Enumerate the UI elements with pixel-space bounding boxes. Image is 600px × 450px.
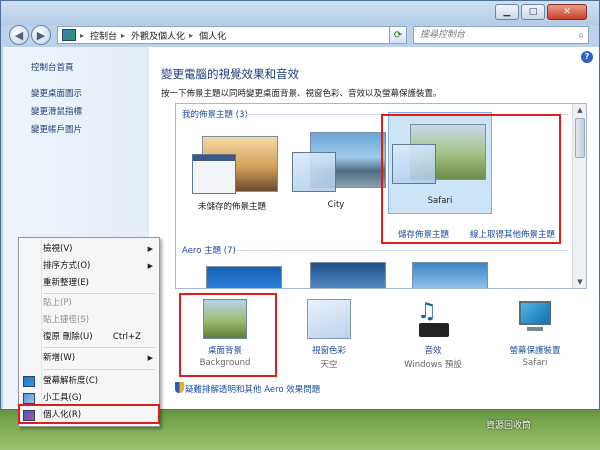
menu-item-label: 新增(W) (43, 353, 76, 363)
sounds-icon: ♫ (411, 299, 455, 339)
aero-theme-thumbnail[interactable] (412, 262, 488, 288)
sounds-title[interactable]: 音效 (383, 344, 483, 356)
refresh-icon: ⟳ (393, 29, 403, 41)
aero-theme-thumbnail[interactable] (310, 262, 386, 288)
menu-separator (43, 293, 155, 294)
keyboard-icon (419, 323, 449, 337)
gadgets-icon (23, 393, 35, 404)
menu-item-label: 重新整理(E) (43, 278, 90, 288)
group-divider (236, 250, 568, 251)
close-button[interactable]: ✕ (547, 4, 587, 20)
submenu-arrow-icon: ▶ (147, 245, 153, 253)
window-color-swatch (292, 152, 336, 192)
sounds-subtitle: Windows 預設 (404, 360, 462, 370)
maximize-button[interactable]: □ (521, 4, 545, 20)
page-title: 變更電腦的視覺效果和音效 (161, 67, 299, 81)
my-themes-header: 我的佈景主題 (3) (182, 110, 248, 120)
breadcrumb-control-panel[interactable]: 控制台 (90, 29, 117, 42)
chevron-right-icon[interactable]: ▸ (189, 31, 193, 40)
theme-label: City (327, 200, 345, 210)
menu-item-shortcut: Ctrl+Z (112, 332, 141, 342)
main-pane: ? 變更電腦的視覺效果和音效 按一下佈景主題以同時變更桌面背景、視窗色彩、音效以… (149, 47, 599, 409)
desktop-context-menu: 檢視(V) ▶ 排序方式(O) ▶ 重新整理(E) 貼上(P) 貼上捷徑(S) … (18, 237, 160, 427)
window-controls: ▁ □ ✕ (493, 4, 587, 20)
screen-resolution-icon (23, 376, 35, 387)
page-description: 按一下佈景主題以同時變更桌面背景、視窗色彩、音效以及螢幕保護裝置。 (161, 89, 442, 99)
refresh-button[interactable]: ⟳ (389, 26, 407, 44)
link-control-panel-home[interactable]: 控制台首頁 (31, 61, 74, 73)
control-panel-icon (62, 29, 76, 41)
menu-item-paste-shortcut[interactable]: 貼上捷徑(S) (43, 312, 157, 328)
theme-label: 未儲存的佈景主題 (197, 202, 266, 212)
aero-theme-thumbnail[interactable] (206, 266, 282, 288)
menu-item-label: 螢幕解析度(C) (43, 376, 99, 386)
menu-item-label: 檢視(V) (43, 244, 73, 254)
scroll-up-icon[interactable]: ▲ (573, 104, 586, 116)
aero-troubleshoot-link[interactable]: 疑難排解透明和其他 Aero 效果問題 (185, 383, 320, 395)
back-button[interactable]: ◀ (9, 25, 29, 45)
menu-item-refresh[interactable]: 重新整理(E) (43, 275, 157, 291)
scroll-thumb[interactable] (575, 118, 585, 158)
screen-saver-title[interactable]: 螢幕保護裝置 (485, 344, 585, 356)
menu-item-paste[interactable]: 貼上(P) (43, 295, 157, 311)
menu-item-label: 貼上捷徑(S) (43, 315, 90, 325)
sounds-item[interactable]: ♫ 音效 Windows 預設 (383, 299, 483, 371)
menu-item-screen-resolution[interactable]: 螢幕解析度(C) (43, 373, 157, 389)
screen-saver-item[interactable]: 螢幕保護裝置 Safari (485, 299, 585, 368)
monitor-stand-icon (527, 327, 543, 331)
back-arrow-icon: ◀ (14, 28, 24, 42)
minimize-button[interactable]: ▁ (495, 4, 519, 20)
menu-item-label: 小工具(G) (43, 393, 82, 403)
shield-icon (175, 382, 184, 393)
search-icon[interactable]: ⌕ (578, 28, 584, 44)
menu-item-view[interactable]: 檢視(V) ▶ (43, 241, 157, 257)
menu-item-sort-by[interactable]: 排序方式(O) ▶ (43, 258, 157, 274)
chevron-right-icon[interactable]: ▸ (121, 31, 125, 40)
title-bar[interactable]: ▁ □ ✕ (1, 1, 599, 25)
recycle-bin-label[interactable]: 資源回收筒 (486, 418, 531, 431)
theme-unsaved[interactable]: 未儲存的佈景主題 (182, 124, 282, 214)
scroll-down-icon[interactable]: ▼ (573, 276, 586, 288)
theme-list-scrollbar[interactable]: ▲ ▼ (572, 104, 586, 288)
highlight-frame-background (179, 293, 277, 377)
window-color-subtitle: 天空 (320, 360, 338, 370)
help-icon[interactable]: ? (581, 51, 593, 63)
breadcrumb-appearance[interactable]: 外觀及個人化 (131, 29, 185, 42)
forward-button[interactable]: ▶ (31, 25, 51, 45)
address-row: ◀ ▶ ▸ 控制台 ▸ 外觀及個人化 ▸ 個人化 ▼ ⟳ 搜尋控制台 ⌕ (1, 23, 599, 47)
highlight-frame-safari (381, 114, 561, 244)
search-placeholder: 搜尋控制台 (420, 30, 466, 40)
menu-item-label: 復原 刪除(U) (43, 332, 93, 342)
search-input[interactable]: 搜尋控制台 ⌕ (413, 26, 589, 44)
submenu-arrow-icon: ▶ (147, 262, 153, 270)
highlight-frame-personalize (18, 404, 160, 424)
chevron-right-icon: ▸ (80, 30, 85, 40)
forward-arrow-icon: ▶ (36, 28, 46, 42)
link-change-desktop-icons[interactable]: 變更桌面圖示 (31, 87, 82, 99)
theme-city[interactable]: City (286, 124, 386, 214)
window-color-item[interactable]: 視窗色彩 天空 (279, 299, 379, 370)
window-color-swatch (192, 154, 236, 194)
window-color-title[interactable]: 視窗色彩 (279, 344, 379, 356)
screen-saver-subtitle: Safari (522, 358, 548, 368)
menu-separator (43, 369, 155, 370)
menu-item-label: 貼上(P) (43, 298, 72, 308)
window-color-icon (307, 299, 351, 339)
submenu-arrow-icon: ▶ (147, 354, 153, 362)
menu-item-label: 排序方式(O) (43, 261, 91, 271)
aero-themes-header: Aero 主題 (7) (182, 246, 236, 256)
screen-saver-icon (513, 299, 557, 339)
menu-gutter (41, 240, 42, 424)
address-bar[interactable]: ▸ 控制台 ▸ 外觀及個人化 ▸ 個人化 ▼ (57, 26, 407, 44)
menu-item-undo-delete[interactable]: 復原 刪除(U) Ctrl+Z (43, 329, 157, 345)
menu-separator (43, 347, 155, 348)
menu-item-new[interactable]: 新增(W) ▶ (43, 350, 157, 366)
monitor-icon (519, 301, 551, 325)
music-note-icon: ♫ (417, 299, 437, 324)
breadcrumb-personalization[interactable]: 個人化 (199, 29, 226, 42)
link-change-mouse-pointers[interactable]: 變更滑鼠指標 (31, 105, 82, 117)
link-change-account-picture[interactable]: 變更帳戶圖片 (31, 123, 82, 135)
